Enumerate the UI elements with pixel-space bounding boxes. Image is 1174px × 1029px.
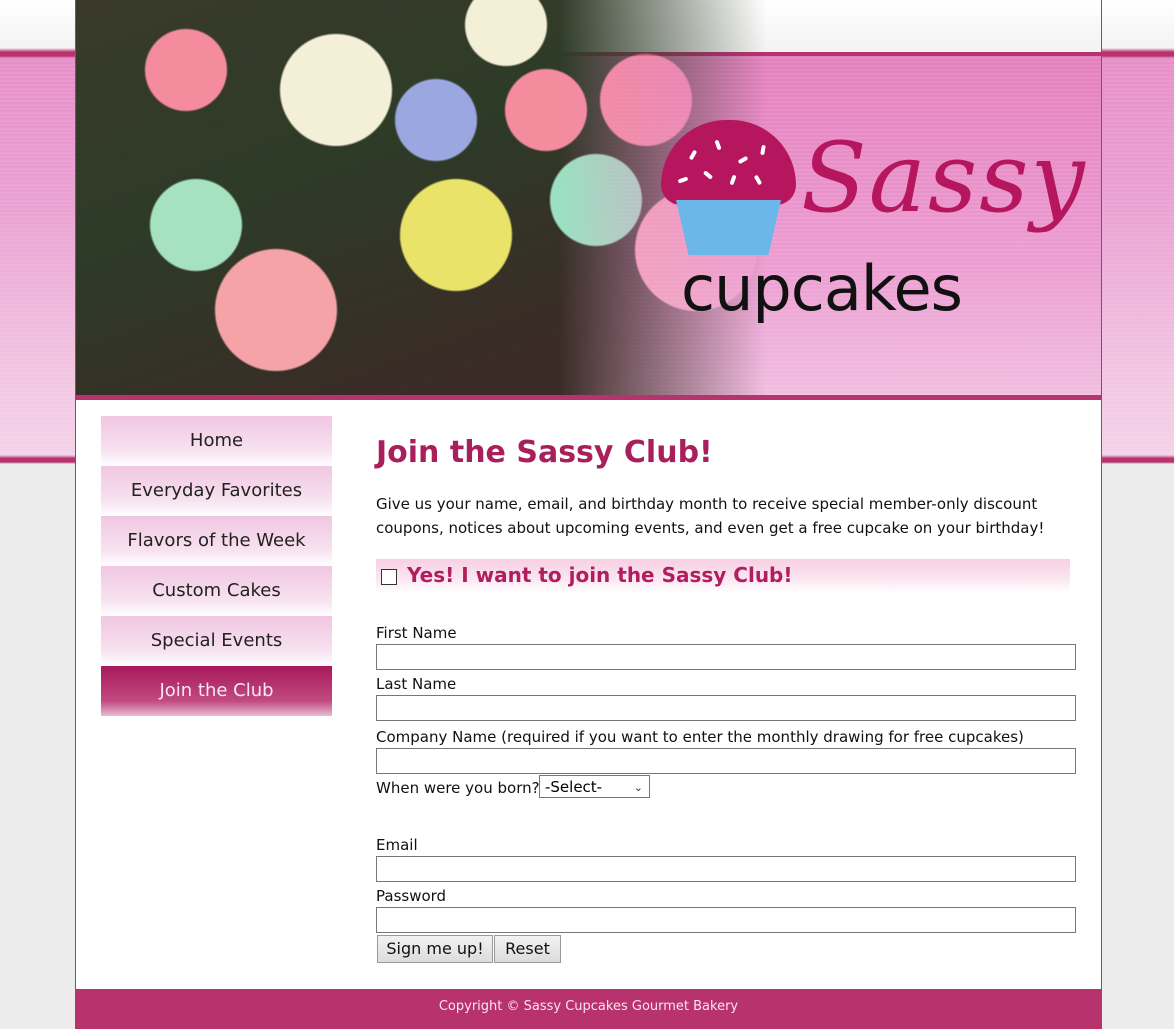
email-field[interactable]: [376, 856, 1076, 882]
nav-item-custom-cakes[interactable]: Custom Cakes: [101, 566, 332, 616]
copyright-text: Copyright © Sassy Cupcakes Gourmet Baker…: [438, 999, 739, 1014]
intro-text: Give us your name, email, and birthday m…: [376, 495, 1045, 537]
join-club-checkbox[interactable]: [381, 569, 397, 585]
logo-title: Sassy: [801, 122, 1087, 234]
logo-subtitle: cupcakes: [681, 252, 963, 325]
company-name-label: Company Name (required if you want to en…: [376, 728, 1024, 746]
sign-up-button[interactable]: Sign me up!: [377, 935, 493, 963]
page-title: Join the Sassy Club!: [376, 435, 713, 470]
first-name-field[interactable]: [376, 644, 1076, 670]
cupcake-logo-icon: [661, 120, 796, 205]
birth-month-label: When were you born?: [376, 779, 540, 797]
nav-item-home[interactable]: Home: [101, 416, 332, 466]
nav-item-join-the-club[interactable]: Join the Club: [101, 666, 332, 716]
logo[interactable]: Sassy cupcakes: [661, 120, 1085, 340]
sidebar-nav: Home Everyday Favorites Flavors of the W…: [101, 416, 332, 716]
cupcake-liner-icon: [676, 200, 781, 255]
last-name-label: Last Name: [376, 675, 457, 693]
nav-item-everyday-favorites[interactable]: Everyday Favorites: [101, 466, 332, 516]
footer: Copyright © Sassy Cupcakes Gourmet Baker…: [76, 989, 1101, 1029]
main-content: Join the Sassy Club! Give us your name, …: [376, 430, 1076, 963]
page-container: Sassy cupcakes Home Everyday Favorites F…: [75, 0, 1102, 1029]
password-label: Password: [376, 887, 447, 905]
company-name-field[interactable]: [376, 748, 1076, 774]
reset-button[interactable]: Reset: [494, 935, 561, 963]
last-name-field[interactable]: [376, 695, 1076, 721]
nav-item-special-events[interactable]: Special Events: [101, 616, 332, 666]
password-field[interactable]: [376, 907, 1076, 933]
header-bottom-border: [76, 395, 1101, 400]
birth-month-selected: -Select-: [545, 778, 603, 796]
join-club-box: Yes! I want to join the Sassy Club!: [376, 559, 1070, 593]
first-name-label: First Name: [376, 624, 457, 642]
nav-item-flavors-of-the-week[interactable]: Flavors of the Week: [101, 516, 332, 566]
header-banner: Sassy cupcakes: [76, 0, 1101, 395]
birth-month-select[interactable]: -Select- ⌄: [539, 775, 650, 798]
chevron-down-icon: ⌄: [633, 781, 643, 794]
join-club-label[interactable]: Yes! I want to join the Sassy Club!: [407, 563, 793, 587]
email-label: Email: [376, 836, 418, 854]
